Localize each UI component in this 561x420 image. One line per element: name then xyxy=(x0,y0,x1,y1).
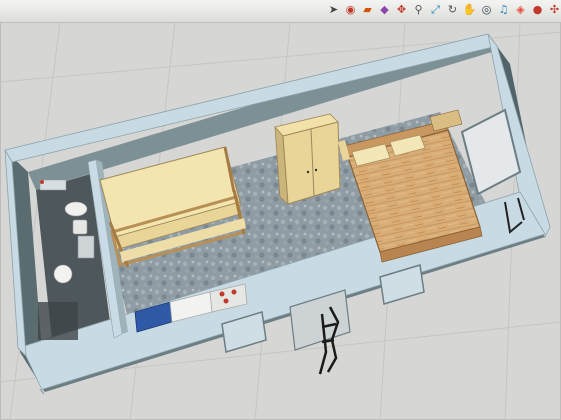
move-tool[interactable]: ✥ xyxy=(394,2,409,17)
look-around-tool[interactable]: ◎ xyxy=(479,2,494,17)
model-canvas[interactable] xyxy=(0,22,561,420)
move-arrows-icon: ✥ xyxy=(396,3,407,16)
shower-stall xyxy=(77,235,95,259)
zoom-extents-icon: ⤢ xyxy=(431,3,440,16)
eraser-tool[interactable]: ▰ xyxy=(360,2,375,17)
section-plane-icon: ◈ xyxy=(516,3,525,16)
push-pull-icon: ◆ xyxy=(380,3,389,16)
pan-tool[interactable]: ✋ xyxy=(462,2,477,17)
paint-bucket-tool[interactable]: ◉ xyxy=(343,2,358,17)
zoom-tool[interactable]: ⚲ xyxy=(411,2,426,17)
get-models-tool[interactable]: ● xyxy=(530,2,545,17)
walk-tool[interactable]: ♫ xyxy=(496,2,511,17)
eye-icon: ◎ xyxy=(481,3,492,16)
select-tool[interactable]: ➤ xyxy=(326,2,341,17)
push-pull-tool[interactable]: ◆ xyxy=(377,2,392,17)
share-icon: ✣ xyxy=(549,3,560,16)
toilet-icon xyxy=(64,201,88,217)
eraser-icon: ▰ xyxy=(363,3,372,16)
hand-pan-icon: ✋ xyxy=(462,3,477,16)
orbit-tool[interactable]: ↻ xyxy=(445,2,460,17)
3d-viewport[interactable] xyxy=(0,22,561,420)
section-plane-tool[interactable]: ◈ xyxy=(513,2,528,17)
arrow-select-icon: ➤ xyxy=(328,3,339,16)
share-model-tool[interactable]: ✣ xyxy=(547,2,561,17)
zoom-extents-tool[interactable]: ⤢ xyxy=(428,2,443,17)
wardrobe xyxy=(274,113,341,205)
top-toolbar: ➤ ◉ ▰ ◆ ✥ ⚲ ⤢ ↻ ✋ ◎ ♫ ◈ ● ✣ xyxy=(0,0,561,23)
globe-icon: ● xyxy=(532,3,543,16)
footsteps-icon: ♫ xyxy=(498,3,509,16)
orbit-icon: ↻ xyxy=(447,3,458,16)
magnifier-icon: ⚲ xyxy=(414,3,423,16)
sink-icon xyxy=(53,264,73,284)
nightstand xyxy=(429,109,463,132)
paint-bucket-icon: ◉ xyxy=(345,3,356,16)
